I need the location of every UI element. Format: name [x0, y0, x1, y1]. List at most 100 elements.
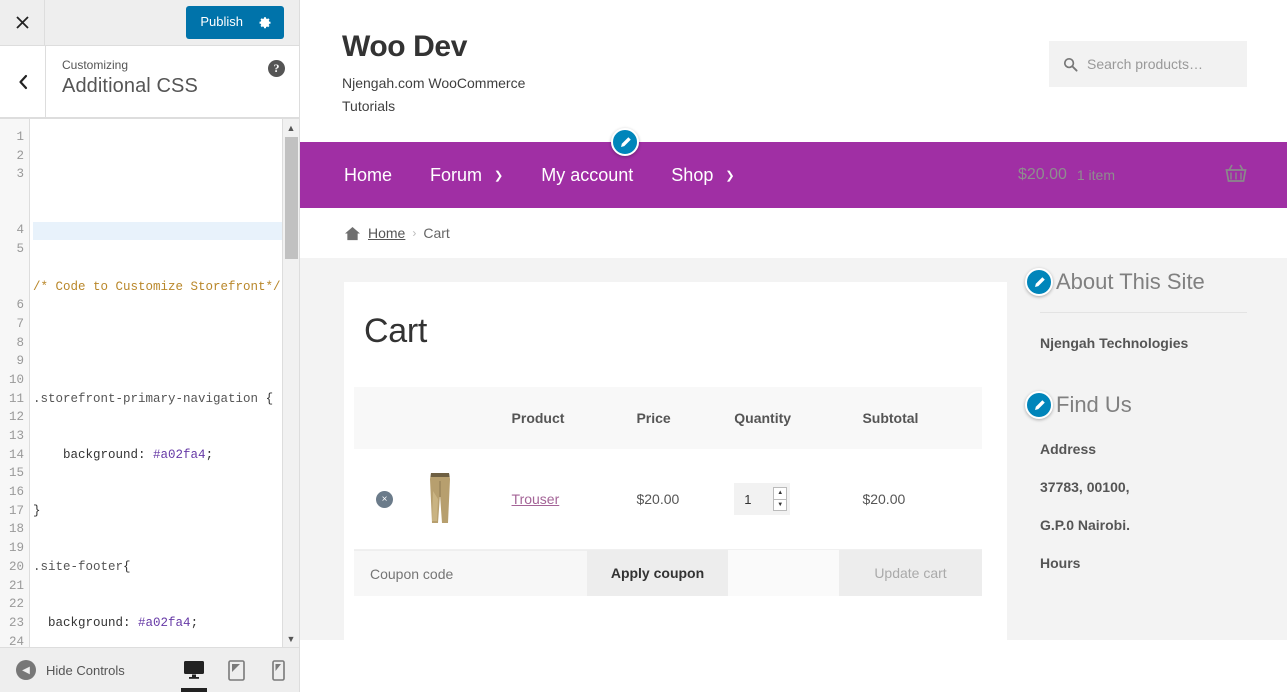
line-number: 21	[8, 578, 24, 593]
css-editor-wrapper: 1 2 3 4 5 6 7 8 9 10 11 12 13 14 15 16 1…	[0, 118, 299, 647]
trouser-image	[430, 473, 451, 523]
site-title[interactable]: Woo Dev	[342, 30, 542, 63]
css-editor[interactable]: 1 2 3 4 5 6 7 8 9 10 11 12 13 14 15 16 1…	[0, 119, 282, 647]
site-header: Woo Dev Njengah.com WooCommerce Tutorial…	[300, 0, 1287, 142]
desktop-icon	[184, 661, 204, 679]
scroll-up-arrow-icon[interactable]: ▲	[283, 119, 299, 136]
site-tagline: Njengah.com WooCommerce Tutorials	[342, 75, 526, 114]
coupon-input[interactable]	[354, 550, 587, 596]
code-line: /* Code to Customize Storefront*/	[33, 279, 281, 294]
line-number: 14	[8, 447, 24, 462]
edit-widget-pencil-icon[interactable]	[1025, 268, 1053, 296]
site-preview: Woo Dev Njengah.com WooCommerce Tutorial…	[300, 0, 1287, 692]
sidebar: About This Site Njengah Technologies Fin…	[1007, 258, 1287, 640]
primary-navigation: Home Forum ❯ My account Shop ❯ $20.00 1 …	[300, 128, 1287, 208]
scrollbar-thumb[interactable]	[285, 137, 298, 259]
coupon-spacer	[728, 550, 839, 596]
cart-table-body: × Trouser $20.00 1 ▲ ▼ $20.00	[354, 449, 982, 550]
breadcrumb-separator-icon: ›	[412, 226, 417, 240]
help-icon[interactable]: ?	[268, 60, 285, 77]
update-cart-button[interactable]: Update cart	[839, 550, 982, 596]
quantity-value[interactable]: 1	[744, 492, 751, 507]
col-price: Price	[636, 387, 735, 449]
cart-table-head: Product Price Quantity Subtotal	[354, 387, 982, 449]
editor-scrollbar[interactable]: ▲ ▼	[282, 119, 299, 647]
line-number: 4	[16, 223, 24, 238]
line-number	[0, 259, 29, 296]
nav-item-shop[interactable]: Shop ❯	[671, 165, 734, 186]
nav-item-forum[interactable]: Forum ❯	[430, 165, 503, 186]
breadcrumb-home-link[interactable]: Home	[368, 225, 405, 241]
code-line: background: #a02fa4;	[63, 447, 214, 462]
line-number: 5	[16, 242, 24, 257]
line-number: 3	[16, 167, 24, 182]
line-number: 6	[16, 298, 24, 313]
code-line: .site-footer{	[33, 560, 131, 575]
chevron-down-icon: ❯	[494, 169, 504, 182]
back-button[interactable]	[0, 46, 46, 117]
search-placeholder: Search products…	[1087, 56, 1203, 72]
basket-icon[interactable]	[1225, 163, 1247, 188]
quantity-stepper[interactable]: 1 ▲ ▼	[734, 483, 791, 515]
line-number: 10	[8, 372, 24, 387]
line-number-gutter: 1 2 3 4 5 6 7 8 9 10 11 12 13 14 15 16 1…	[0, 119, 30, 647]
cart-total: $20.00	[1017, 166, 1067, 183]
line-number: 2	[16, 148, 24, 163]
css-code-content[interactable]: /* Code to Customize Storefront*/ .store…	[30, 119, 282, 647]
nav-label: Shop	[671, 164, 714, 185]
line-number: 7	[16, 316, 24, 331]
customizer-app: Publish Customizing Additional CSS ? 1 2…	[0, 0, 1287, 692]
line-number	[0, 184, 29, 221]
close-customizer-button[interactable]	[0, 0, 45, 45]
table-row: × Trouser $20.00 1 ▲ ▼ $20.00	[354, 449, 982, 550]
chevron-left-icon	[18, 74, 27, 89]
nav-item-home[interactable]: Home	[344, 165, 392, 186]
pencil-icon	[1034, 276, 1045, 287]
hide-controls-button[interactable]: ◀ Hide Controls	[0, 660, 125, 680]
tablet-icon	[227, 659, 245, 681]
edit-nav-pencil-icon[interactable]	[611, 128, 639, 156]
code-line: }	[33, 504, 41, 519]
gear-icon[interactable]	[257, 15, 272, 30]
widget-header: Find Us	[1025, 391, 1247, 419]
nav-item-my-account[interactable]: My account	[541, 165, 633, 186]
cart-contents[interactable]: $20.00 1 item	[1018, 163, 1247, 188]
find-us-line: Address	[1040, 441, 1097, 457]
collapse-arrow-icon: ◀	[16, 660, 36, 680]
cart-item-count: 1 item	[1076, 167, 1115, 183]
cell-remove: ×	[354, 449, 420, 550]
line-number: 17	[8, 503, 24, 518]
col-thumbnail	[419, 387, 512, 449]
nav-list: Home Forum ❯ My account Shop ❯	[344, 165, 735, 186]
device-tablet-button[interactable]	[215, 648, 257, 692]
remove-item-button[interactable]: ×	[376, 490, 393, 508]
breadcrumb-current: Cart	[423, 225, 450, 241]
quantity-decrement-icon[interactable]: ▼	[774, 500, 786, 511]
publish-button[interactable]: Publish	[186, 6, 284, 39]
find-us-line: Hours	[1040, 555, 1081, 571]
line-number: 13	[8, 429, 24, 444]
trouser-thumbnail[interactable]	[419, 471, 461, 527]
device-desktop-button[interactable]	[173, 648, 215, 692]
widget-divider	[1040, 312, 1247, 313]
edit-widget-pencil-icon[interactable]	[1025, 391, 1053, 419]
code-line: .storefront-primary-navigation {	[33, 391, 274, 406]
customizer-topbar: Publish	[0, 0, 299, 46]
customizing-label: Customizing	[62, 58, 129, 72]
breadcrumb: Home › Cart	[300, 208, 1287, 258]
quantity-increment-icon[interactable]: ▲	[774, 488, 787, 500]
line-number: 18	[8, 522, 24, 537]
line-number: 8	[16, 335, 24, 350]
code-line-active	[33, 221, 282, 241]
apply-coupon-button[interactable]: Apply coupon	[587, 550, 728, 596]
scroll-down-arrow-icon[interactable]: ▼	[283, 630, 299, 647]
device-mobile-button[interactable]	[257, 648, 299, 692]
product-search-box[interactable]: Search products…	[1049, 41, 1247, 87]
widget-body-text: Njengah Technologies	[1040, 335, 1189, 351]
product-link[interactable]: Trouser	[512, 491, 560, 507]
pencil-icon	[1034, 399, 1045, 410]
line-number: 22	[8, 597, 24, 612]
quantity-spinner[interactable]: ▲ ▼	[773, 487, 788, 511]
cell-product: Trouser	[511, 449, 637, 550]
